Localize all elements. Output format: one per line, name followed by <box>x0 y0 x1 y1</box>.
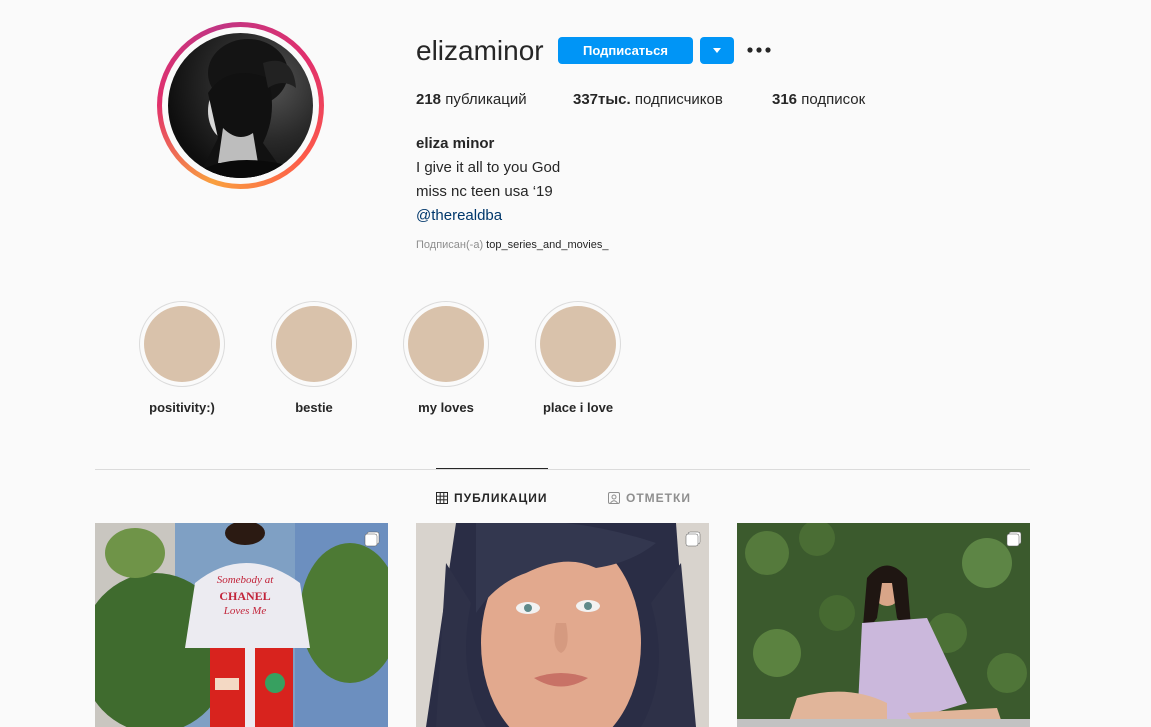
svg-text:CHANEL: CHANEL <box>219 589 270 603</box>
highlight-label: my loves <box>418 400 474 415</box>
suggested-dropdown-button[interactable] <box>700 37 734 64</box>
multiple-photos-icon <box>364 531 380 547</box>
grid-icon <box>436 492 448 504</box>
followers-label: подписчиков <box>634 91 723 108</box>
tab-posts-label: ПУБЛИКАЦИИ <box>454 491 548 505</box>
profile-page: elizaminor Подписаться 218 публикаций 33… <box>0 0 1151 727</box>
followed-by-user: top_series_and_movies_ <box>486 239 609 251</box>
profile-bio: eliza minor I give it all to you God mis… <box>416 132 560 228</box>
story-highlight[interactable]: bestie <box>271 301 357 415</box>
highlight-cover <box>403 301 489 387</box>
multiple-photos-icon <box>1006 531 1022 547</box>
bio-mention-link[interactable]: @therealdba <box>416 204 560 228</box>
followers-count: 337тыс. <box>573 91 631 108</box>
highlight-label: positivity:) <box>149 400 215 415</box>
story-highlight[interactable]: positivity:) <box>139 301 225 415</box>
followers-stat[interactable]: 337тыс. подписчиков <box>573 91 723 108</box>
multiple-photos-icon <box>685 531 701 547</box>
highlight-cover <box>139 301 225 387</box>
bio-line-2: miss nc teen usa ‘19 <box>416 183 553 200</box>
following-stat[interactable]: 316 подписок <box>772 91 865 108</box>
followed-by[interactable]: Подписан(-а) top_series_and_movies_ <box>416 239 608 251</box>
post-image <box>416 523 709 727</box>
post-thumbnail[interactable] <box>737 523 1030 727</box>
posts-label: публикаций <box>445 91 527 108</box>
chevron-down-icon <box>713 47 721 53</box>
more-options-icon <box>747 47 771 53</box>
tab-tagged[interactable]: ОТМЕТКИ <box>608 490 691 506</box>
following-label: подписок <box>801 91 866 108</box>
post-image: Somebody at CHANEL Loves Me <box>95 523 388 727</box>
tabs-divider <box>95 469 1030 470</box>
story-highlight[interactable]: place i love <box>535 301 621 415</box>
post-image <box>737 523 1030 727</box>
following-count: 316 <box>772 91 798 108</box>
tab-posts[interactable]: ПУБЛИКАЦИИ <box>436 490 547 506</box>
active-tab-indicator <box>436 468 548 469</box>
bio-line-1: I give it all to you God <box>416 159 561 176</box>
profile-username: elizaminor <box>416 35 544 66</box>
tagged-user-icon <box>608 492 620 504</box>
followed-by-prefix: Подписан(-а) <box>416 239 484 251</box>
post-thumbnail[interactable]: Somebody at CHANEL Loves Me <box>95 523 388 727</box>
svg-text:Loves Me: Loves Me <box>223 605 267 617</box>
posts-stat: 218 публикаций <box>416 91 527 108</box>
highlight-label: bestie <box>295 400 333 415</box>
avatar-portrait-image <box>188 39 298 178</box>
tab-tagged-label: ОТМЕТКИ <box>626 491 691 505</box>
highlight-label: place i love <box>542 400 614 415</box>
avatar-photo <box>168 33 313 178</box>
svg-text:Somebody at: Somebody at <box>217 574 274 586</box>
highlight-cover <box>535 301 621 387</box>
profile-full-name: eliza minor <box>416 135 495 152</box>
highlight-cover <box>271 301 357 387</box>
posts-count: 218 <box>416 91 442 108</box>
profile-avatar[interactable] <box>157 22 324 189</box>
more-options-button[interactable] <box>744 38 774 62</box>
post-thumbnail[interactable] <box>416 523 709 727</box>
follow-button[interactable]: Подписаться <box>558 37 693 64</box>
story-highlight[interactable]: my loves <box>403 301 489 415</box>
